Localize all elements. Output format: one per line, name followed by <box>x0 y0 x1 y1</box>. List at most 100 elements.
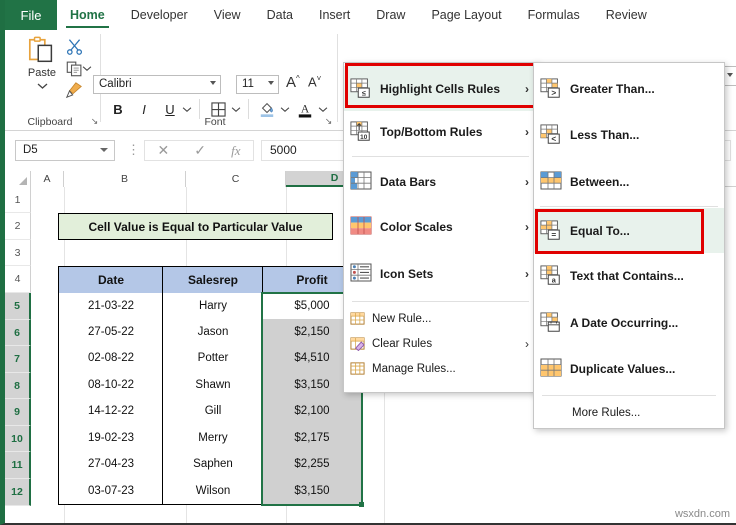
underline-dropdown-button[interactable] <box>180 101 193 117</box>
row-2-label: 2 <box>14 220 21 232</box>
borders-icon <box>210 101 226 117</box>
cell-c11[interactable]: Saphen <box>162 451 264 478</box>
borders-dropdown-button[interactable] <box>229 101 242 117</box>
menu-item-clear-rules[interactable]: Clear Rules › <box>344 331 537 356</box>
cell-value: 08-10-22 <box>87 378 135 391</box>
row-header-11[interactable]: 11 <box>5 452 31 479</box>
cell-c8[interactable]: Shawn <box>162 371 264 399</box>
menu-item-icon-sets[interactable]: Icon Sets › <box>344 250 537 297</box>
cell-c6[interactable]: Jason <box>162 319 264 346</box>
cell-b11[interactable]: 27-04-23 <box>58 451 164 478</box>
font-dialog-launcher[interactable]: ↘ <box>323 116 334 127</box>
cell-b7[interactable]: 02-08-22 <box>58 345 164 372</box>
fill-handle[interactable] <box>359 502 364 507</box>
menu-item-highlight-cells-rules[interactable]: ≤ Highlight Cells Rules › <box>344 66 537 111</box>
format-painter-button[interactable] <box>61 80 87 100</box>
cell-c9[interactable]: Gill <box>162 398 264 425</box>
submenu-item-between[interactable]: Between... <box>534 158 724 205</box>
cancel-icon[interactable]: ✕ <box>158 142 170 159</box>
submenu-item-text-contains[interactable]: a Text that Contains... <box>534 253 724 299</box>
row-header-8[interactable]: 8 <box>5 373 31 399</box>
cell-d12[interactable]: $3,150 <box>262 477 362 505</box>
column-header-c[interactable]: C <box>186 171 286 187</box>
cell-b6[interactable]: 27-05-22 <box>58 319 164 346</box>
row-header-9[interactable]: 9 <box>5 399 31 426</box>
submenu-item-greater-than[interactable]: > Greater Than... <box>534 66 724 111</box>
cell-d10[interactable]: $2,175 <box>262 424 362 452</box>
chevron-down-icon <box>268 81 274 85</box>
row-header-5[interactable]: 5 <box>5 293 31 320</box>
decrease-font-size-button[interactable]: A˅ <box>308 74 321 89</box>
cell-d9[interactable]: $2,100 <box>262 398 362 425</box>
row-header-3[interactable]: 3 <box>5 240 31 266</box>
row-header-6[interactable]: 6 <box>5 320 31 346</box>
submenu-item-less-than[interactable]: < Less Than... <box>534 111 724 158</box>
tab-developer[interactable]: Developer <box>118 0 201 30</box>
column-header-a[interactable]: A <box>31 171 64 187</box>
tab-page-layout[interactable]: Page Layout <box>418 0 514 30</box>
increase-font-size-button[interactable]: A^ <box>286 74 300 91</box>
tab-view[interactable]: View <box>201 0 254 30</box>
row-header-1[interactable]: 1 <box>5 187 31 213</box>
submenu-item-more-rules[interactable]: More Rules... <box>534 400 724 426</box>
submenu-item-date-occurring[interactable]: A Date Occurring... <box>534 299 724 346</box>
row-11-label: 11 <box>11 459 23 471</box>
column-header-b[interactable]: B <box>64 171 186 187</box>
cell-value: $3,150 <box>294 484 330 497</box>
row-header-4[interactable]: 4 <box>5 266 31 293</box>
row-header-2[interactable]: 2 <box>5 213 31 240</box>
tab-review[interactable]: Review <box>593 0 660 30</box>
row-header-12[interactable]: 12 <box>5 479 31 506</box>
submenu-item-duplicate-values[interactable]: Duplicate Values... <box>534 346 724 391</box>
menu-item-label: Data Bars <box>380 175 437 189</box>
fx-icon[interactable]: fx <box>231 143 240 159</box>
tab-formulas[interactable]: Formulas <box>515 0 593 30</box>
cell-c10[interactable]: Merry <box>162 424 264 452</box>
cell-b4-header[interactable]: Date <box>58 266 164 294</box>
tab-home[interactable]: Home <box>57 0 118 30</box>
cell-b9[interactable]: 14-12-22 <box>58 398 164 425</box>
copy-dropdown-button[interactable] <box>80 58 94 78</box>
menu-item-data-bars[interactable]: Data Bars › <box>344 161 537 203</box>
cell-b10[interactable]: 19-02-23 <box>58 424 164 452</box>
font-color-button[interactable]: A <box>295 99 315 119</box>
row-header-10[interactable]: 10 <box>5 426 31 452</box>
font-size-combobox[interactable]: 11 <box>236 75 279 94</box>
cell-c5[interactable]: Harry <box>162 293 264 320</box>
formula-bar-controls: ✕ ✓ fx <box>144 140 254 161</box>
cell-b12[interactable]: 03-07-23 <box>58 477 164 505</box>
cell-b5[interactable]: 21-03-22 <box>58 293 164 320</box>
tab-draw[interactable]: Draw <box>363 0 418 30</box>
select-all-corner[interactable] <box>5 171 31 187</box>
submenu-item-equal-to[interactable]: = Equal To... <box>534 208 724 253</box>
cell-c12[interactable]: Wilson <box>162 477 264 505</box>
tab-data[interactable]: Data <box>254 0 306 30</box>
cell-value: 14-12-22 <box>87 405 135 417</box>
paste-button[interactable]: Paste <box>19 36 65 110</box>
cell-b8[interactable]: 08-10-22 <box>58 371 164 399</box>
menu-item-color-scales[interactable]: Color Scales › <box>344 203 537 250</box>
name-box[interactable]: D5 <box>15 140 115 161</box>
cell-b2-title[interactable]: Cell Value is Equal to Particular Value <box>58 213 333 240</box>
cell-d11[interactable]: $2,255 <box>262 451 362 478</box>
font-name-combobox[interactable]: Calibri <box>93 75 221 94</box>
tab-insert[interactable]: Insert <box>306 0 363 30</box>
row-8-label: 8 <box>14 379 20 392</box>
chevron-down-icon <box>727 73 733 77</box>
tab-file[interactable]: File <box>5 0 57 30</box>
menu-item-top-bottom-rules[interactable]: 10 Top/Bottom Rules › <box>344 111 537 152</box>
menu-item-new-rule[interactable]: New Rule... <box>344 306 537 331</box>
font-color-dropdown-button[interactable] <box>316 101 329 117</box>
cut-button[interactable] <box>61 36 87 56</box>
formula-bar-options[interactable]: ⋮ <box>127 143 140 157</box>
clipboard-dialog-launcher[interactable]: ↘ <box>89 116 100 127</box>
svg-text:=: = <box>551 230 556 239</box>
check-icon[interactable]: ✓ <box>194 142 206 159</box>
menu-item-manage-rules[interactable]: Manage Rules... <box>344 356 537 381</box>
cell-c7[interactable]: Potter <box>162 345 264 372</box>
cell-c4-header[interactable]: Salesrep <box>162 266 264 294</box>
bold-button[interactable]: B <box>110 100 126 118</box>
row-header-7[interactable]: 7 <box>5 346 31 373</box>
fill-color-dropdown-button[interactable] <box>278 101 291 117</box>
chevron-down-icon <box>231 106 240 112</box>
